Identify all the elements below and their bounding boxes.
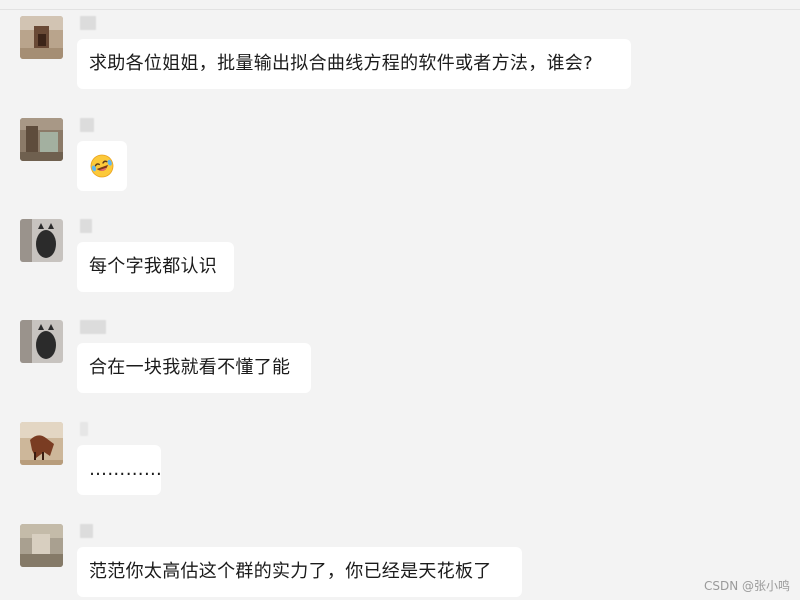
laughing-crying-emoji-icon xyxy=(90,154,114,178)
sender-name-blurred xyxy=(80,422,88,436)
sender-name-blurred xyxy=(80,320,106,334)
message-bubble[interactable] xyxy=(77,141,127,191)
message-bubble[interactable]: 范范你太高估这个群的实力了，你已经是天花板了 xyxy=(77,547,522,597)
top-divider xyxy=(0,9,800,10)
avatar[interactable] xyxy=(20,118,63,161)
avatar[interactable] xyxy=(20,16,63,59)
avatar[interactable] xyxy=(20,320,63,363)
sender-name-blurred xyxy=(80,219,92,233)
message-bubble[interactable]: 求助各位姐姐，批量输出拟合曲线方程的软件或者方法，谁会? xyxy=(77,39,631,89)
message-bubble[interactable]: 合在一块我就看不懂了能 xyxy=(77,343,311,393)
sender-name-blurred xyxy=(80,524,93,538)
watermark: CSDN @张小鸣 xyxy=(703,579,790,593)
avatar[interactable] xyxy=(20,524,63,567)
avatar[interactable] xyxy=(20,219,63,262)
sender-name-blurred xyxy=(80,16,96,30)
message-bubble[interactable]: 每个字我都认识 xyxy=(77,242,234,292)
avatar[interactable] xyxy=(20,422,63,465)
sender-name-blurred xyxy=(80,118,94,132)
message-bubble[interactable]: ………… xyxy=(77,445,162,495)
